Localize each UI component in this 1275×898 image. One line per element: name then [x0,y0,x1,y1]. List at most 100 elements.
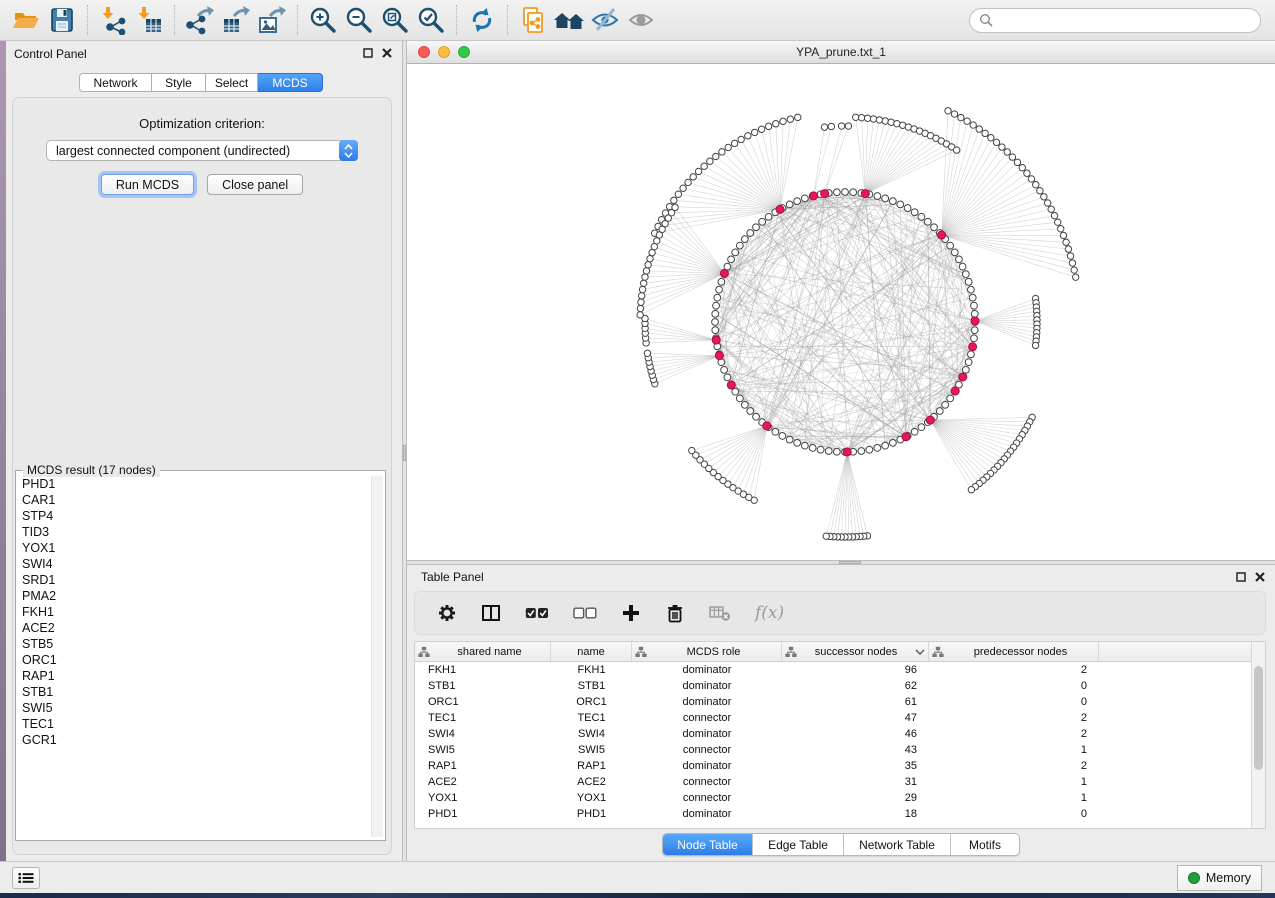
table-cell[interactable]: connector [632,712,782,724]
deselect-all-button[interactable] [573,606,597,620]
tab-mcds[interactable]: MCDS [258,73,323,92]
close-panel-button[interactable]: Close panel [207,174,303,195]
hide-graphics-details-button[interactable] [587,3,623,37]
table-cell[interactable]: connector [632,792,782,804]
export-table-button[interactable] [218,3,254,37]
mcds-result-item[interactable]: STB5 [22,636,369,652]
table-row[interactable]: FKH1FKH1dominator962 [415,662,1251,678]
mcds-result-item[interactable]: RAP1 [22,668,369,684]
table-row[interactable]: SWI4SWI4dominator462 [415,726,1251,742]
table-cell[interactable]: 18 [782,808,929,820]
mcds-result-item[interactable]: CAR1 [22,492,369,508]
tab-select[interactable]: Select [206,73,258,92]
table-cell[interactable]: SWI4 [415,728,551,740]
column-header-shared-name[interactable]: shared name [415,642,551,661]
table-cell[interactable]: 47 [782,712,929,724]
table-cell[interactable]: dominator [632,808,782,820]
table-cell[interactable]: FKH1 [415,664,551,676]
table-cell[interactable]: 0 [929,808,1099,820]
float-panel-icon[interactable] [363,48,373,58]
table-cell[interactable]: 2 [929,760,1099,772]
float-panel-icon[interactable] [1236,572,1246,582]
mcds-result-item[interactable]: PHD1 [22,476,369,492]
table-cell[interactable]: 0 [929,696,1099,708]
table-cell[interactable]: ACE2 [551,776,632,788]
zoom-fit-button[interactable] [377,3,413,37]
table-cell[interactable]: ORC1 [415,696,551,708]
table-cell[interactable]: SWI5 [415,744,551,756]
houses-button[interactable] [551,3,587,37]
table-cell[interactable]: STB1 [551,680,632,692]
column-header-successor-nodes[interactable]: successor nodes [782,642,929,661]
table-cell[interactable]: ORC1 [551,696,632,708]
table-cell[interactable]: 61 [782,696,929,708]
show-graphics-details-button[interactable] [623,3,659,37]
table-cell[interactable]: STB1 [415,680,551,692]
close-panel-icon[interactable] [1255,572,1265,582]
table-cell[interactable]: TEC1 [551,712,632,724]
select-all-button[interactable] [525,606,549,620]
table-cell[interactable]: dominator [632,696,782,708]
table-row[interactable]: SWI5SWI5connector431 [415,742,1251,758]
mcds-result-item[interactable]: STP4 [22,508,369,524]
mcds-result-item[interactable]: TID3 [22,524,369,540]
mcds-result-item[interactable]: YOX1 [22,540,369,556]
table-cell[interactable]: dominator [632,664,782,676]
mcds-result-item[interactable]: TEC1 [22,716,369,732]
table-cell[interactable]: 35 [782,760,929,772]
column-header-predecessor-nodes[interactable]: predecessor nodes [929,642,1099,661]
column-header-mcds-role[interactable]: MCDS role [632,642,782,661]
mcds-result-item[interactable]: STB1 [22,684,369,700]
table-cell[interactable]: 31 [782,776,929,788]
zoom-selected-button[interactable] [413,3,449,37]
network-graph[interactable] [407,64,1275,560]
mcds-result-item[interactable]: ACE2 [22,620,369,636]
table-row[interactable]: TEC1TEC1connector472 [415,710,1251,726]
table-cell[interactable]: 46 [782,728,929,740]
delete-column-button[interactable] [665,603,685,623]
mcds-result-item[interactable]: SWI4 [22,556,369,572]
refresh-button[interactable] [464,3,500,37]
tab-edge-table[interactable]: Edge Table [753,834,844,855]
table-cell[interactable]: YOX1 [415,792,551,804]
optimization-criterion-dropdown[interactable]: largest connected component (undirected) [46,140,358,161]
column-header-name[interactable]: name [551,642,632,661]
table-cell[interactable]: YOX1 [551,792,632,804]
scrollbar-thumb[interactable] [1254,666,1263,770]
zoom-in-button[interactable] [305,3,341,37]
table-cell[interactable]: ACE2 [415,776,551,788]
share-document-button[interactable] [515,3,551,37]
mcds-result-item[interactable]: ORC1 [22,652,369,668]
tab-node-table[interactable]: Node Table [663,834,753,855]
zoom-out-button[interactable] [341,3,377,37]
mcds-result-item[interactable]: SRD1 [22,572,369,588]
table-cell[interactable]: dominator [632,760,782,772]
splitter-grip[interactable] [403,445,406,461]
tab-style[interactable]: Style [152,73,206,92]
table-cell[interactable]: dominator [632,680,782,692]
import-table-button[interactable] [131,3,167,37]
table-cell[interactable]: 96 [782,664,929,676]
show-task-history-button[interactable] [12,867,40,889]
import-network-button[interactable] [95,3,131,37]
table-cell[interactable]: PHD1 [415,808,551,820]
table-scrollbar[interactable] [1251,642,1265,828]
open-session-button[interactable] [8,3,44,37]
table-settings-button[interactable] [437,603,457,623]
table-cell[interactable]: 62 [782,680,929,692]
tab-network-table[interactable]: Network Table [844,834,951,855]
table-cell[interactable]: PHD1 [551,808,632,820]
table-cell[interactable]: 43 [782,744,929,756]
table-cell[interactable]: SWI5 [551,744,632,756]
table-cell[interactable]: RAP1 [551,760,632,772]
export-network-button[interactable] [182,3,218,37]
mcds-result-item[interactable]: PMA2 [22,588,369,604]
mcds-result-item[interactable]: GCR1 [22,732,369,748]
table-cell[interactable]: TEC1 [415,712,551,724]
network-canvas[interactable] [407,64,1275,560]
memory-button[interactable]: Memory [1177,865,1262,891]
table-cell[interactable]: 2 [929,712,1099,724]
minimize-window-icon[interactable] [438,46,450,58]
export-image-button[interactable] [254,3,290,37]
table-row[interactable]: RAP1RAP1dominator352 [415,758,1251,774]
